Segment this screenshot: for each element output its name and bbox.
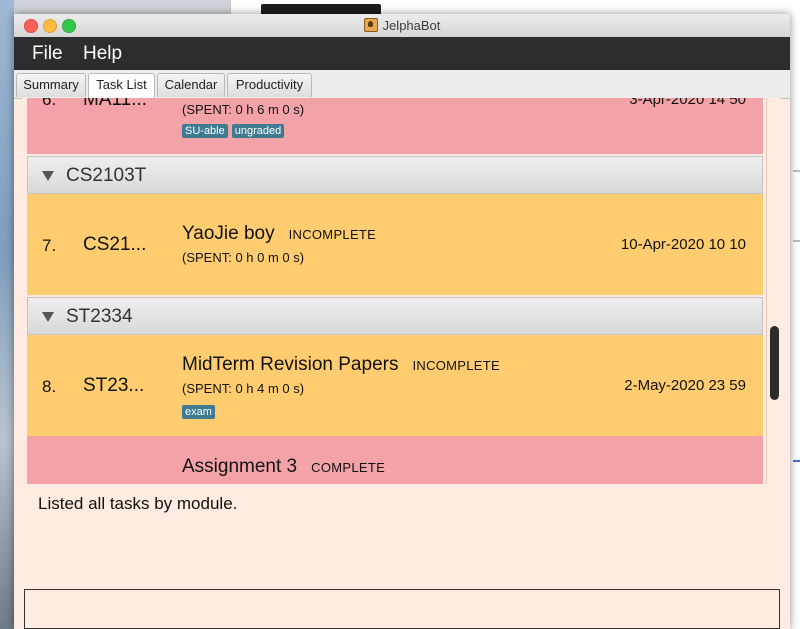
task-index: 6. xyxy=(42,98,57,109)
tab-calendar[interactable]: Calendar xyxy=(157,73,225,97)
tag: SU-able xyxy=(182,124,228,138)
task-description: MidTerm Revision Papers xyxy=(182,354,399,375)
task-time-spent: (SPENT: 0 h 6 m 0 s) xyxy=(182,102,305,117)
background-divider xyxy=(793,170,800,172)
group-header[interactable]: ST2334 xyxy=(27,297,763,335)
task-list[interactable]: 6. MA11... (SPENT: 0 h 6 m 0 s) 3-Apr-20… xyxy=(22,98,780,484)
background-divider xyxy=(793,240,800,242)
menu-file[interactable]: File xyxy=(32,43,63,65)
menu-bar: File Help xyxy=(14,37,790,70)
group-name: ST2334 xyxy=(66,306,133,327)
task-status: INCOMPLETE xyxy=(288,227,377,242)
app-icon xyxy=(363,18,378,32)
task-module: MA11... xyxy=(83,98,148,110)
task-module: ST23... xyxy=(83,375,145,396)
task-description-line: Assignment 3 COMPLETE xyxy=(182,456,385,478)
task-module: CS21... xyxy=(83,234,147,255)
task-card[interactable]: 7. CS21... YaoJie boy INCOMPLETE (SPENT: … xyxy=(27,194,763,295)
tag: exam xyxy=(182,405,215,419)
task-tags: exam xyxy=(182,402,219,420)
task-deadline: 2-May-2020 23 59 xyxy=(624,377,746,394)
result-display: Listed all tasks by module. xyxy=(38,494,238,513)
task-card[interactable]: Assignment 3 COMPLETE xyxy=(27,436,763,484)
task-card[interactable]: 6. MA11... (SPENT: 0 h 6 m 0 s) 3-Apr-20… xyxy=(27,98,763,154)
tag: ungraded xyxy=(231,124,285,138)
group-name: CS2103T xyxy=(66,165,147,186)
task-index: 7. xyxy=(42,236,57,255)
scrollbar-thumb[interactable] xyxy=(770,326,779,400)
task-status: COMPLETE xyxy=(311,460,386,475)
app-window: JelphaBot File Help Summary Task List Ca… xyxy=(14,14,790,629)
group-header[interactable]: CS2103T xyxy=(27,156,763,194)
task-status: INCOMPLETE xyxy=(412,358,500,373)
task-description: YaoJie boy xyxy=(182,223,275,244)
tab-bar: Summary Task List Calendar Productivity xyxy=(14,70,790,99)
task-description-line: YaoJie boy INCOMPLETE xyxy=(182,223,376,245)
task-deadline: 3-Apr-2020 14 50 xyxy=(629,98,746,108)
window-title-text: JelphaBot xyxy=(382,18,441,33)
task-deadline: 10-Apr-2020 10 10 xyxy=(620,236,746,253)
menu-help[interactable]: Help xyxy=(83,43,122,65)
tab-productivity[interactable]: Productivity xyxy=(227,73,312,97)
task-description-line: MidTerm Revision Papers INCOMPLETE xyxy=(182,354,500,376)
collapse-arrow-icon[interactable] xyxy=(42,171,54,181)
desktop-background xyxy=(0,0,14,629)
background-link xyxy=(793,460,800,462)
task-card[interactable]: 8. ST23... MidTerm Revision Papers INCOMP… xyxy=(27,335,763,436)
collapse-arrow-icon[interactable] xyxy=(42,312,54,322)
task-index: 8. xyxy=(42,377,57,396)
task-time-spent: (SPENT: 0 h 4 m 0 s) xyxy=(182,381,305,396)
tab-task-list[interactable]: Task List xyxy=(88,73,155,99)
window-title: JelphaBot xyxy=(14,18,790,33)
tab-summary[interactable]: Summary xyxy=(16,73,86,97)
task-time-spent: (SPENT: 0 h 0 m 0 s) xyxy=(182,250,305,265)
list-scrollbar[interactable] xyxy=(766,98,780,484)
command-input[interactable] xyxy=(24,589,780,629)
task-tags: SU-able ungraded xyxy=(182,121,288,139)
task-description: Assignment 3 xyxy=(182,456,298,477)
title-bar[interactable]: JelphaBot xyxy=(14,14,790,38)
